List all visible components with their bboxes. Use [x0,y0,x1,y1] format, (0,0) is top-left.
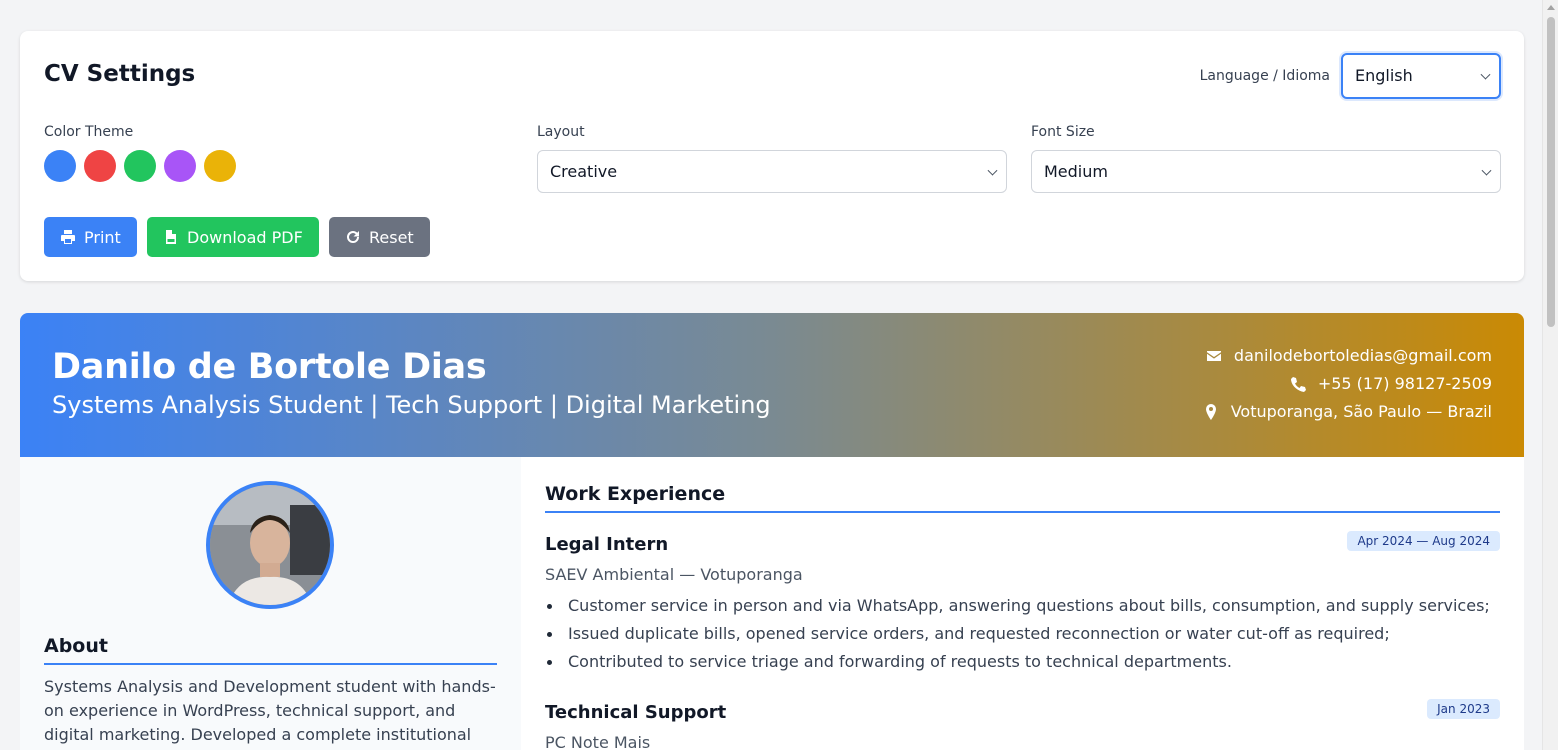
chevron-down-icon [1481,165,1492,176]
font-size-select[interactable]: Medium [1031,150,1501,193]
color-theme-label: Color Theme [44,124,134,140]
job-bullets: Customer service in person and via Whats… [545,592,1505,676]
job-company: PC Note Mais [545,733,651,750]
download-pdf-label: Download PDF [187,227,303,247]
printer-icon [61,230,75,244]
avatar [206,481,334,609]
language-label: Language / Idioma [1199,68,1330,84]
contact-location: Votuporanga, São Paulo — Brazil [1203,402,1492,421]
about-text: Systems Analysis and Development student… [44,677,496,744]
chevron-down-icon [987,165,998,176]
layout-select-value: Creative [550,162,618,181]
cv-document: Danilo de Bortole Dias Systems Analysis … [20,313,1524,750]
contact-location-text: Votuporanga, São Paulo — Brazil [1230,402,1492,421]
print-button[interactable]: Print [44,217,137,257]
cv-name: Danilo de Bortole Dias [52,347,487,387]
contact-email: danilodebortoledias@gmail.com [1206,346,1492,365]
list-item: Customer service in person and via Whats… [545,592,1505,620]
swatch-yellow[interactable] [204,150,236,182]
settings-title: CV Settings [44,61,196,87]
phone-icon [1290,376,1306,392]
list-item: Contributed to service triage and forwar… [545,648,1505,676]
cv-header: Danilo de Bortole Dias Systems Analysis … [20,313,1524,457]
job-company: SAEV Ambiental — Votuporanga [545,565,803,584]
envelope-icon [1206,350,1221,361]
swatch-purple[interactable] [164,150,196,182]
pdf-file-icon [166,230,176,244]
swatch-blue[interactable] [44,150,76,182]
language-select[interactable]: English [1341,53,1501,99]
font-size-select-value: Medium [1044,162,1108,181]
refresh-icon [347,231,359,243]
profile-photo [210,485,330,605]
layout-label: Layout [537,124,585,140]
job-date-badge: Jan 2023 [1427,699,1500,719]
contact-email-text: danilodebortoledias@gmail.com [1233,346,1492,365]
cv-sidebar: About Systems Analysis and Development s… [20,457,521,750]
contact-phone-text: +55 (17) 98127-2509 [1317,374,1492,393]
reset-button[interactable]: Reset [329,217,430,257]
chevron-down-icon [1480,69,1491,80]
swatch-green[interactable] [124,150,156,182]
scroll-up-arrow-icon[interactable] [1547,5,1555,10]
language-select-value: English [1355,66,1413,85]
about-title: About [44,635,497,665]
contact-phone: +55 (17) 98127-2509 [1290,374,1492,393]
font-size-label: Font Size [1031,124,1095,140]
download-pdf-button[interactable]: Download PDF [147,217,319,257]
reset-button-label: Reset [369,227,414,247]
map-pin-icon [1205,403,1216,420]
list-item: Issued duplicate bills, opened service o… [545,620,1505,648]
job-date-badge: Apr 2024 — Aug 2024 [1347,531,1500,551]
color-theme-swatches [44,150,236,182]
print-button-label: Print [84,227,121,247]
page-scrollbar[interactable] [1542,0,1558,750]
swatch-red[interactable] [84,150,116,182]
scrollbar-thumb[interactable] [1547,17,1555,327]
job-title: Legal Intern [545,534,669,555]
work-experience-title: Work Experience [545,483,1500,513]
cv-headline: Systems Analysis Student | Tech Support … [52,391,771,419]
cv-main: Work Experience Legal Intern Apr 2024 — … [521,457,1524,750]
cv-settings-panel: CV Settings Language / Idioma English Co… [20,31,1524,281]
layout-select[interactable]: Creative [537,150,1007,193]
job-title: Technical Support [545,702,727,723]
